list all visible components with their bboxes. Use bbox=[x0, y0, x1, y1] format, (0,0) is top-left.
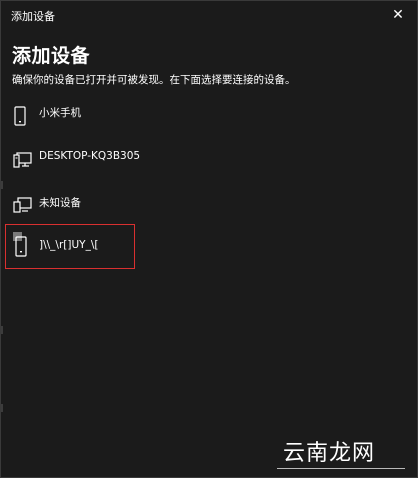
phone-icon bbox=[13, 232, 31, 257]
device-item-xiaomi-phone[interactable]: 小米手机 bbox=[9, 105, 134, 143]
title-bar: 添加设备 ✕ bbox=[1, 1, 417, 29]
watermark-underline bbox=[277, 468, 405, 469]
edge-mark bbox=[1, 404, 3, 412]
edge-mark bbox=[1, 181, 3, 189]
close-button[interactable]: ✕ bbox=[389, 6, 407, 24]
device-label: 小米手机 bbox=[39, 107, 81, 119]
add-device-dialog: 添加设备 ✕ 添加设备 确保你的设备已打开并可被发现。在下面选择要连接的设备。 … bbox=[0, 0, 418, 478]
watermark-text: 云南龙网 bbox=[283, 441, 376, 466]
page-subtitle: 确保你的设备已打开并可被发现。在下面选择要连接的设备。 bbox=[12, 74, 296, 86]
page-title: 添加设备 bbox=[12, 45, 91, 67]
computer-icon bbox=[13, 151, 32, 171]
window-title: 添加设备 bbox=[11, 10, 55, 23]
device-item-unnamed-phone[interactable]: ]\\_\r[]UY_\[ bbox=[9, 232, 134, 277]
watermark: 云南龙网 bbox=[277, 433, 405, 469]
phone-icon bbox=[13, 106, 31, 126]
unknown-device-icon bbox=[13, 196, 32, 216]
device-label: DESKTOP-KQ3B305 bbox=[39, 150, 141, 162]
edge-mark bbox=[1, 326, 3, 334]
device-item-desktop[interactable]: DESKTOP-KQ3B305 bbox=[9, 150, 140, 188]
device-label: ]\\_\r[]UY_\[ bbox=[39, 239, 99, 251]
device-label: 未知设备 bbox=[39, 197, 81, 209]
